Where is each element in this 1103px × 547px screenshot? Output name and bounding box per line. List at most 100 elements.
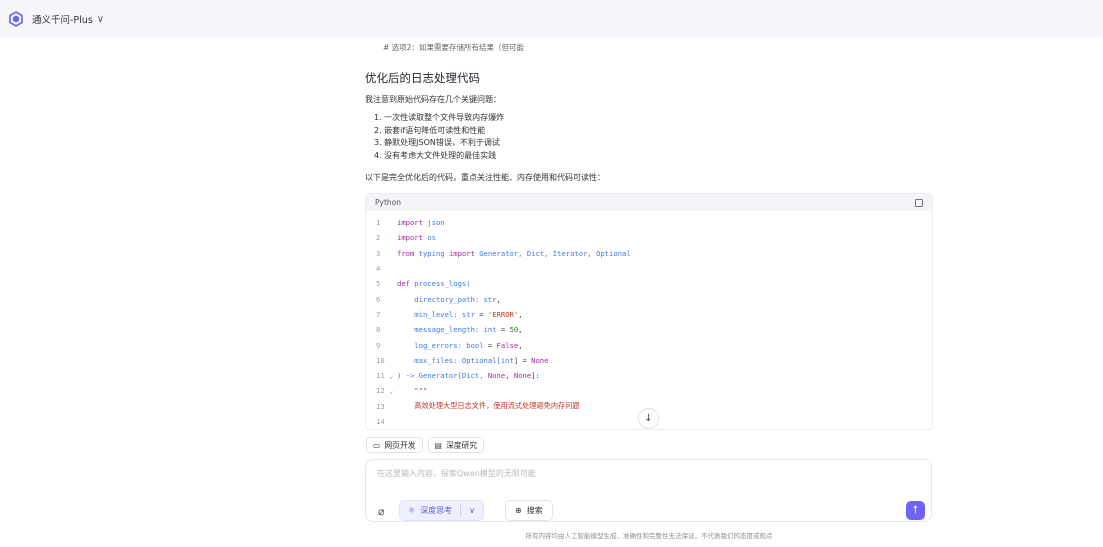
deep-think-label: 深度思考 bbox=[420, 506, 453, 515]
deep-think-button[interactable]: ⚛ 深度思考 bbox=[400, 501, 460, 520]
top-bar: 通义千问-Plus ∨ bbox=[0, 0, 1103, 38]
send-button[interactable]: ↑ bbox=[906, 501, 925, 520]
code-token: min_level: bbox=[397, 309, 462, 319]
code-line: 2 import os bbox=[366, 230, 932, 245]
code-line: 4 bbox=[366, 261, 932, 276]
code-line: 11 ⌄) -> Generator[Dict, None, None]: bbox=[366, 368, 932, 383]
code-token: process_logs( bbox=[409, 279, 471, 289]
code-block-header: Python bbox=[366, 194, 932, 211]
code-line: 12 ⌄ """ bbox=[366, 383, 932, 398]
paperclip-icon[interactable]: ⌀ bbox=[378, 505, 385, 518]
code-token: , bbox=[518, 340, 523, 350]
code-line: 8 message_length: int = 50, bbox=[366, 322, 932, 337]
deep-think-toggle[interactable]: ⚛ 深度思考 ∨ bbox=[399, 500, 485, 521]
line-number: 2 bbox=[376, 233, 381, 243]
list-item: 1. 一次性读取整个文件导致内存爆炸 bbox=[374, 113, 505, 122]
line-number: 9 bbox=[376, 340, 381, 350]
code-line: 1 import json bbox=[366, 215, 932, 230]
code-token: None bbox=[487, 371, 506, 381]
code-token: ) -> Generator[Dict, bbox=[397, 371, 488, 381]
code-lines: 1 import json 2 import os 3 from typing impor… bbox=[366, 211, 932, 429]
code-line: 3 from typing import Generator, Dict, Ite… bbox=[366, 246, 932, 261]
code-token: = bbox=[496, 325, 510, 335]
code-token: 'ERROR' bbox=[487, 309, 519, 319]
code-token: """ bbox=[397, 386, 428, 396]
line-number: 4 bbox=[376, 264, 381, 274]
code-token: int bbox=[483, 325, 497, 335]
model-selector[interactable]: 通义千问-Plus ∨ bbox=[32, 12, 105, 27]
code-token: 50 bbox=[509, 325, 519, 335]
list-item: 2. 嵌套if语句降低可读性和性能 bbox=[374, 125, 486, 135]
code-token: bool bbox=[466, 340, 484, 350]
chevron-down-icon[interactable]: ∨ bbox=[461, 506, 483, 515]
line-number: 10 bbox=[376, 355, 385, 365]
code-line: 6 directory_path: str, bbox=[366, 291, 932, 306]
code-token: None bbox=[531, 355, 549, 365]
code-token: import bbox=[397, 218, 423, 228]
code-token: str bbox=[483, 294, 497, 304]
code-token: , bbox=[505, 371, 514, 381]
code-language: Python bbox=[375, 198, 401, 207]
response-heading: 优化后的日志处理代码 bbox=[365, 71, 480, 85]
code-line: 7 min_level: str = 'ERROR', bbox=[366, 307, 932, 322]
response-summary: 以下是完全优化后的代码，重点关注性能、内存使用和代码可读性： bbox=[365, 173, 605, 182]
quick-actions: ▭ 网页开发 ▤ 深度研究 bbox=[366, 437, 485, 453]
issues-list: 1. 一次性读取整个文件导致内存爆炸 2. 嵌套if语句降低可读性和性能 3. … bbox=[365, 112, 933, 162]
prompt-input[interactable] bbox=[377, 469, 917, 478]
code-token: , bbox=[496, 294, 501, 304]
search-button[interactable]: ⊕ 搜索 bbox=[505, 500, 553, 521]
code-token: typing bbox=[414, 248, 449, 258]
line-number: 11 ⌄ bbox=[376, 371, 394, 381]
code-token: max_files: Optional[ bbox=[397, 355, 501, 365]
arrow-up-icon: ↑ bbox=[911, 505, 920, 516]
code-token: = bbox=[474, 309, 488, 319]
search-label: 搜索 bbox=[526, 506, 543, 515]
faded-code-line: # 选项2：如果需要存储所有结果（但可能 bbox=[383, 43, 524, 52]
code-token: def bbox=[397, 279, 410, 289]
globe-icon: ⊕ bbox=[515, 506, 522, 515]
atom-icon: ⚛ bbox=[408, 506, 416, 515]
code-token: ] = bbox=[513, 355, 532, 365]
code-token: from bbox=[397, 248, 415, 258]
code-block: Python 1 import json 2 import os 3 from typin… bbox=[365, 193, 933, 431]
list-item: 3. 静默处理JSON错误，不利于调试 bbox=[374, 138, 500, 147]
code-token: directory_path: bbox=[397, 294, 484, 304]
code-token: log_errors: bbox=[397, 340, 467, 350]
line-number: 14 bbox=[376, 417, 385, 426]
input-box: ⌀ ⚛ 深度思考 ∨ ⊕ 搜索 ↑ bbox=[365, 459, 932, 522]
response-intro: 我注意到原始代码存在几个关键问题： bbox=[365, 95, 501, 104]
list-item: 4. 没有考虑大文件处理的最佳实践 bbox=[374, 150, 497, 160]
code-line: 9 log_errors: bool = False, bbox=[366, 337, 932, 352]
model-name: 通义千问-Plus bbox=[32, 15, 93, 26]
copy-icon[interactable] bbox=[915, 198, 923, 207]
code-token: import bbox=[448, 248, 475, 258]
code-token: ]: bbox=[531, 371, 540, 381]
code-token: None bbox=[513, 371, 532, 381]
code-token: str bbox=[461, 309, 475, 319]
line-number: 12 ⌄ bbox=[376, 386, 394, 396]
line-number: 8 bbox=[376, 325, 381, 335]
footer-disclaimer: 所有内容均由人工智能模型生成，准确性和完整性无法保证，不代表我们的态度或观点 bbox=[525, 532, 773, 540]
chip-deep-research[interactable]: ▤ 深度研究 bbox=[427, 437, 485, 453]
document-icon: ▤ bbox=[434, 440, 442, 450]
arrow-down-icon: ↓ bbox=[644, 413, 653, 424]
code-token: , bbox=[518, 309, 523, 319]
code-token: , bbox=[518, 325, 523, 335]
qwen-logo-icon bbox=[9, 11, 23, 27]
chat-area[interactable]: # 选项2：如果需要存储所有结果（但可能 优化后的日志处理代码 我注意到原始代码… bbox=[365, 38, 933, 436]
line-number: 6 bbox=[376, 294, 381, 304]
line-number: 13 bbox=[376, 401, 385, 411]
code-token: int bbox=[500, 355, 514, 365]
code-token: False bbox=[496, 340, 519, 350]
line-number: 3 bbox=[376, 248, 381, 258]
chip-web-dev[interactable]: ▭ 网页开发 bbox=[366, 437, 423, 453]
code-token: = bbox=[483, 340, 497, 350]
chevron-down-icon: ∨ bbox=[96, 13, 105, 25]
code-token: message_length: bbox=[397, 325, 484, 335]
code-line: 5 def process_logs( bbox=[366, 276, 932, 291]
code-token: json bbox=[422, 218, 445, 228]
code-token: os bbox=[422, 233, 436, 243]
scroll-down-button[interactable]: ↓ bbox=[638, 408, 659, 429]
code-token: 高效处理大型日志文件，使用流式处理避免内存问题 bbox=[397, 401, 580, 411]
line-number: 5 bbox=[376, 279, 381, 289]
